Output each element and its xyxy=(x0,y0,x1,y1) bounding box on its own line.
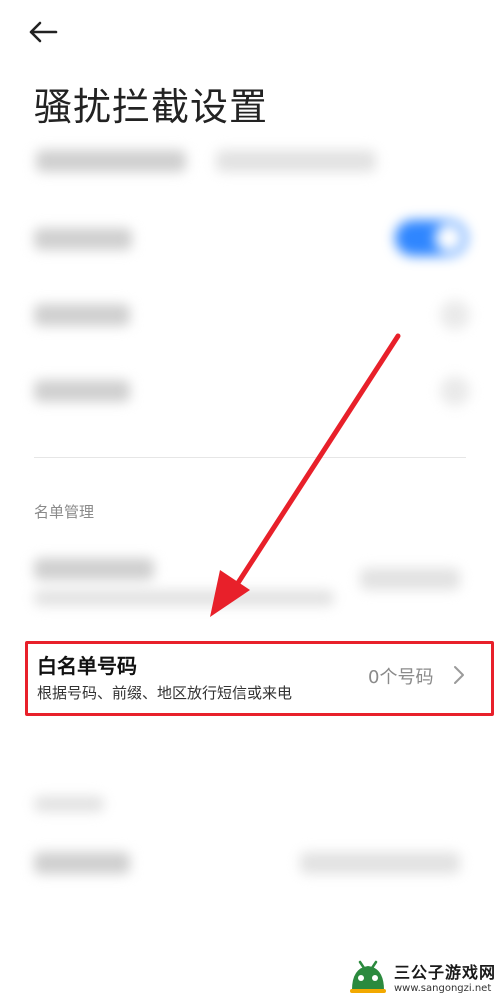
blurred-toggle[interactable] xyxy=(440,300,470,330)
blurred-tab[interactable] xyxy=(216,150,376,172)
blurred-setting-label xyxy=(34,380,130,402)
blurred-row-desc xyxy=(34,590,334,606)
whitelist-description: 根据号码、前缀、地区放行短信或来电 xyxy=(37,684,293,702)
watermark-url: www.sangongzi.net xyxy=(394,982,492,994)
blurred-toggle[interactable] xyxy=(440,376,470,406)
blurred-setting-label xyxy=(34,228,132,250)
arrow-left-icon xyxy=(29,21,58,43)
whitelist-count: 0个号码 xyxy=(368,667,434,688)
chevron-right-icon xyxy=(454,666,464,684)
back-button[interactable] xyxy=(28,14,72,50)
whitelist-title: 白名单号码 xyxy=(37,654,137,678)
blurred-section-label xyxy=(34,796,104,812)
site-logo-icon xyxy=(350,960,386,993)
divider xyxy=(34,457,466,458)
section-label-list-management: 名单管理 xyxy=(34,503,95,521)
blurred-row-value xyxy=(300,852,460,874)
blurred-row-value xyxy=(360,568,460,590)
page-title: 骚扰拦截设置 xyxy=(34,85,269,129)
blurred-row-title xyxy=(34,558,154,580)
blurred-tab[interactable] xyxy=(36,150,186,172)
blurred-toggle[interactable] xyxy=(395,220,467,256)
watermark-name: 三公子游戏网 xyxy=(394,962,497,982)
watermark: 三公子游戏网 www.sangongzi.net xyxy=(346,954,496,998)
blurred-row-title xyxy=(34,852,130,874)
blurred-setting-label xyxy=(34,304,130,326)
